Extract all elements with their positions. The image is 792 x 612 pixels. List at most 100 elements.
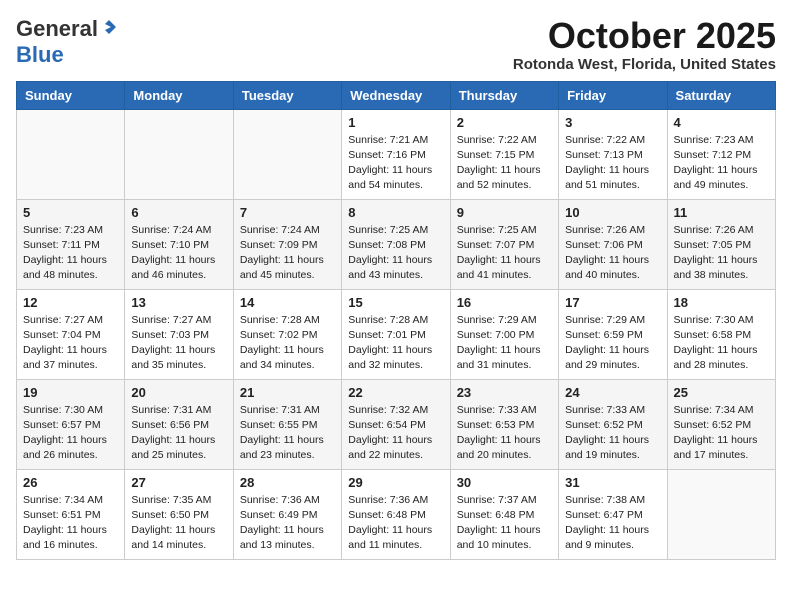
calendar-cell: [17, 109, 125, 199]
day-number: 31: [565, 475, 660, 490]
calendar-cell: 23 Sunrise: 7:33 AMSunset: 6:53 PMDayligh…: [450, 379, 558, 469]
day-number: 20: [131, 385, 226, 400]
day-number: 7: [240, 205, 335, 220]
day-number: 12: [23, 295, 118, 310]
day-number: 2: [457, 115, 552, 130]
calendar-cell: 26 Sunrise: 7:34 AMSunset: 6:51 PMDayligh…: [17, 469, 125, 559]
weekday-header: Saturday: [667, 81, 775, 109]
calendar-table: SundayMondayTuesdayWednesdayThursdayFrid…: [16, 81, 776, 560]
month-title: October 2025: [513, 16, 776, 56]
calendar-cell: [233, 109, 341, 199]
day-info: Sunrise: 7:30 AMSunset: 6:57 PMDaylight:…: [23, 403, 118, 464]
day-number: 1: [348, 115, 443, 130]
page-header: General Blue October 2025 Rotonda West, …: [16, 16, 776, 73]
day-number: 17: [565, 295, 660, 310]
day-info: Sunrise: 7:21 AMSunset: 7:16 PMDaylight:…: [348, 133, 443, 194]
calendar-week-row: 26 Sunrise: 7:34 AMSunset: 6:51 PMDayligh…: [17, 469, 776, 559]
logo-icon: [100, 18, 118, 36]
calendar-cell: [667, 469, 775, 559]
calendar-cell: 18 Sunrise: 7:30 AMSunset: 6:58 PMDayligh…: [667, 289, 775, 379]
calendar-cell: 4 Sunrise: 7:23 AMSunset: 7:12 PMDaylight…: [667, 109, 775, 199]
calendar-week-row: 5Sunrise: 7:23 AMSunset: 7:11 PMDaylight…: [17, 199, 776, 289]
day-number: 4: [674, 115, 769, 130]
calendar-cell: 6Sunrise: 7:24 AMSunset: 7:10 PMDaylight…: [125, 199, 233, 289]
calendar-cell: 22 Sunrise: 7:32 AMSunset: 6:54 PMDayligh…: [342, 379, 450, 469]
calendar-cell: 11Sunrise: 7:26 AMSunset: 7:05 PMDayligh…: [667, 199, 775, 289]
day-number: 13: [131, 295, 226, 310]
calendar-cell: [125, 109, 233, 199]
day-info: Sunrise: 7:31 AMSunset: 6:56 PMDaylight:…: [131, 403, 226, 464]
calendar-cell: 17 Sunrise: 7:29 AMSunset: 6:59 PMDayligh…: [559, 289, 667, 379]
day-number: 9: [457, 205, 552, 220]
day-info: Sunrise: 7:23 AMSunset: 7:11 PMDaylight:…: [23, 223, 118, 284]
day-info: Sunrise: 7:38 AMSunset: 6:47 PMDaylight:…: [565, 493, 660, 554]
location-subtitle: Rotonda West, Florida, United States: [513, 56, 776, 73]
day-info: Sunrise: 7:37 AMSunset: 6:48 PMDaylight:…: [457, 493, 552, 554]
day-number: 22: [348, 385, 443, 400]
day-info: Sunrise: 7:25 AMSunset: 7:07 PMDaylight:…: [457, 223, 552, 284]
weekday-header: Thursday: [450, 81, 558, 109]
calendar-cell: 29Sunrise: 7:36 AMSunset: 6:48 PMDayligh…: [342, 469, 450, 559]
day-number: 6: [131, 205, 226, 220]
day-info: Sunrise: 7:23 AMSunset: 7:12 PMDaylight:…: [674, 133, 769, 194]
day-info: Sunrise: 7:28 AMSunset: 7:02 PMDaylight:…: [240, 313, 335, 374]
calendar-cell: 13 Sunrise: 7:27 AMSunset: 7:03 PMDayligh…: [125, 289, 233, 379]
day-number: 29: [348, 475, 443, 490]
day-number: 19: [23, 385, 118, 400]
day-info: Sunrise: 7:29 AMSunset: 7:00 PMDaylight:…: [457, 313, 552, 374]
logo-blue-text: Blue: [16, 42, 64, 67]
weekday-header-row: SundayMondayTuesdayWednesdayThursdayFrid…: [17, 81, 776, 109]
day-number: 21: [240, 385, 335, 400]
day-info: Sunrise: 7:29 AMSunset: 6:59 PMDaylight:…: [565, 313, 660, 374]
calendar-cell: 16 Sunrise: 7:29 AMSunset: 7:00 PMDayligh…: [450, 289, 558, 379]
day-info: Sunrise: 7:30 AMSunset: 6:58 PMDaylight:…: [674, 313, 769, 374]
day-number: 26: [23, 475, 118, 490]
day-number: 14: [240, 295, 335, 310]
day-info: Sunrise: 7:28 AMSunset: 7:01 PMDaylight:…: [348, 313, 443, 374]
day-number: 18: [674, 295, 769, 310]
calendar-cell: 31 Sunrise: 7:38 AMSunset: 6:47 PMDayligh…: [559, 469, 667, 559]
calendar-cell: 21 Sunrise: 7:31 AMSunset: 6:55 PMDayligh…: [233, 379, 341, 469]
calendar-cell: 25 Sunrise: 7:34 AMSunset: 6:52 PMDayligh…: [667, 379, 775, 469]
calendar-week-row: 19 Sunrise: 7:30 AMSunset: 6:57 PMDayligh…: [17, 379, 776, 469]
day-info: Sunrise: 7:33 AMSunset: 6:52 PMDaylight:…: [565, 403, 660, 464]
calendar-cell: 10 Sunrise: 7:26 AMSunset: 7:06 PMDayligh…: [559, 199, 667, 289]
calendar-cell: 9 Sunrise: 7:25 AMSunset: 7:07 PMDaylight…: [450, 199, 558, 289]
day-number: 24: [565, 385, 660, 400]
calendar-cell: 20 Sunrise: 7:31 AMSunset: 6:56 PMDayligh…: [125, 379, 233, 469]
calendar-week-row: 12Sunrise: 7:27 AMSunset: 7:04 PMDayligh…: [17, 289, 776, 379]
weekday-header: Wednesday: [342, 81, 450, 109]
day-info: Sunrise: 7:27 AMSunset: 7:03 PMDaylight:…: [131, 313, 226, 374]
day-number: 25: [674, 385, 769, 400]
calendar-cell: 7 Sunrise: 7:24 AMSunset: 7:09 PMDaylight…: [233, 199, 341, 289]
day-info: Sunrise: 7:34 AMSunset: 6:51 PMDaylight:…: [23, 493, 118, 554]
day-number: 10: [565, 205, 660, 220]
calendar-cell: 15 Sunrise: 7:28 AMSunset: 7:01 PMDayligh…: [342, 289, 450, 379]
calendar-cell: 14 Sunrise: 7:28 AMSunset: 7:02 PMDayligh…: [233, 289, 341, 379]
day-number: 30: [457, 475, 552, 490]
day-info: Sunrise: 7:33 AMSunset: 6:53 PMDaylight:…: [457, 403, 552, 464]
day-info: Sunrise: 7:34 AMSunset: 6:52 PMDaylight:…: [674, 403, 769, 464]
day-number: 23: [457, 385, 552, 400]
day-number: 15: [348, 295, 443, 310]
calendar-cell: 28Sunrise: 7:36 AMSunset: 6:49 PMDayligh…: [233, 469, 341, 559]
weekday-header: Friday: [559, 81, 667, 109]
day-number: 27: [131, 475, 226, 490]
weekday-header: Sunday: [17, 81, 125, 109]
calendar-cell: 19 Sunrise: 7:30 AMSunset: 6:57 PMDayligh…: [17, 379, 125, 469]
day-info: Sunrise: 7:32 AMSunset: 6:54 PMDaylight:…: [348, 403, 443, 464]
day-info: Sunrise: 7:31 AMSunset: 6:55 PMDaylight:…: [240, 403, 335, 464]
calendar-week-row: 1 Sunrise: 7:21 AMSunset: 7:16 PMDaylight…: [17, 109, 776, 199]
day-info: Sunrise: 7:36 AMSunset: 6:49 PMDaylight:…: [240, 493, 335, 554]
title-area: October 2025 Rotonda West, Florida, Unit…: [513, 16, 776, 73]
day-number: 16: [457, 295, 552, 310]
day-info: Sunrise: 7:26 AMSunset: 7:06 PMDaylight:…: [565, 223, 660, 284]
calendar-cell: 3Sunrise: 7:22 AMSunset: 7:13 PMDaylight…: [559, 109, 667, 199]
day-number: 8: [348, 205, 443, 220]
calendar-cell: 30 Sunrise: 7:37 AMSunset: 6:48 PMDayligh…: [450, 469, 558, 559]
logo: General Blue: [16, 16, 118, 68]
calendar-cell: 8Sunrise: 7:25 AMSunset: 7:08 PMDaylight…: [342, 199, 450, 289]
calendar-cell: 24 Sunrise: 7:33 AMSunset: 6:52 PMDayligh…: [559, 379, 667, 469]
day-info: Sunrise: 7:22 AMSunset: 7:13 PMDaylight:…: [565, 133, 660, 194]
day-info: Sunrise: 7:24 AMSunset: 7:09 PMDaylight:…: [240, 223, 335, 284]
